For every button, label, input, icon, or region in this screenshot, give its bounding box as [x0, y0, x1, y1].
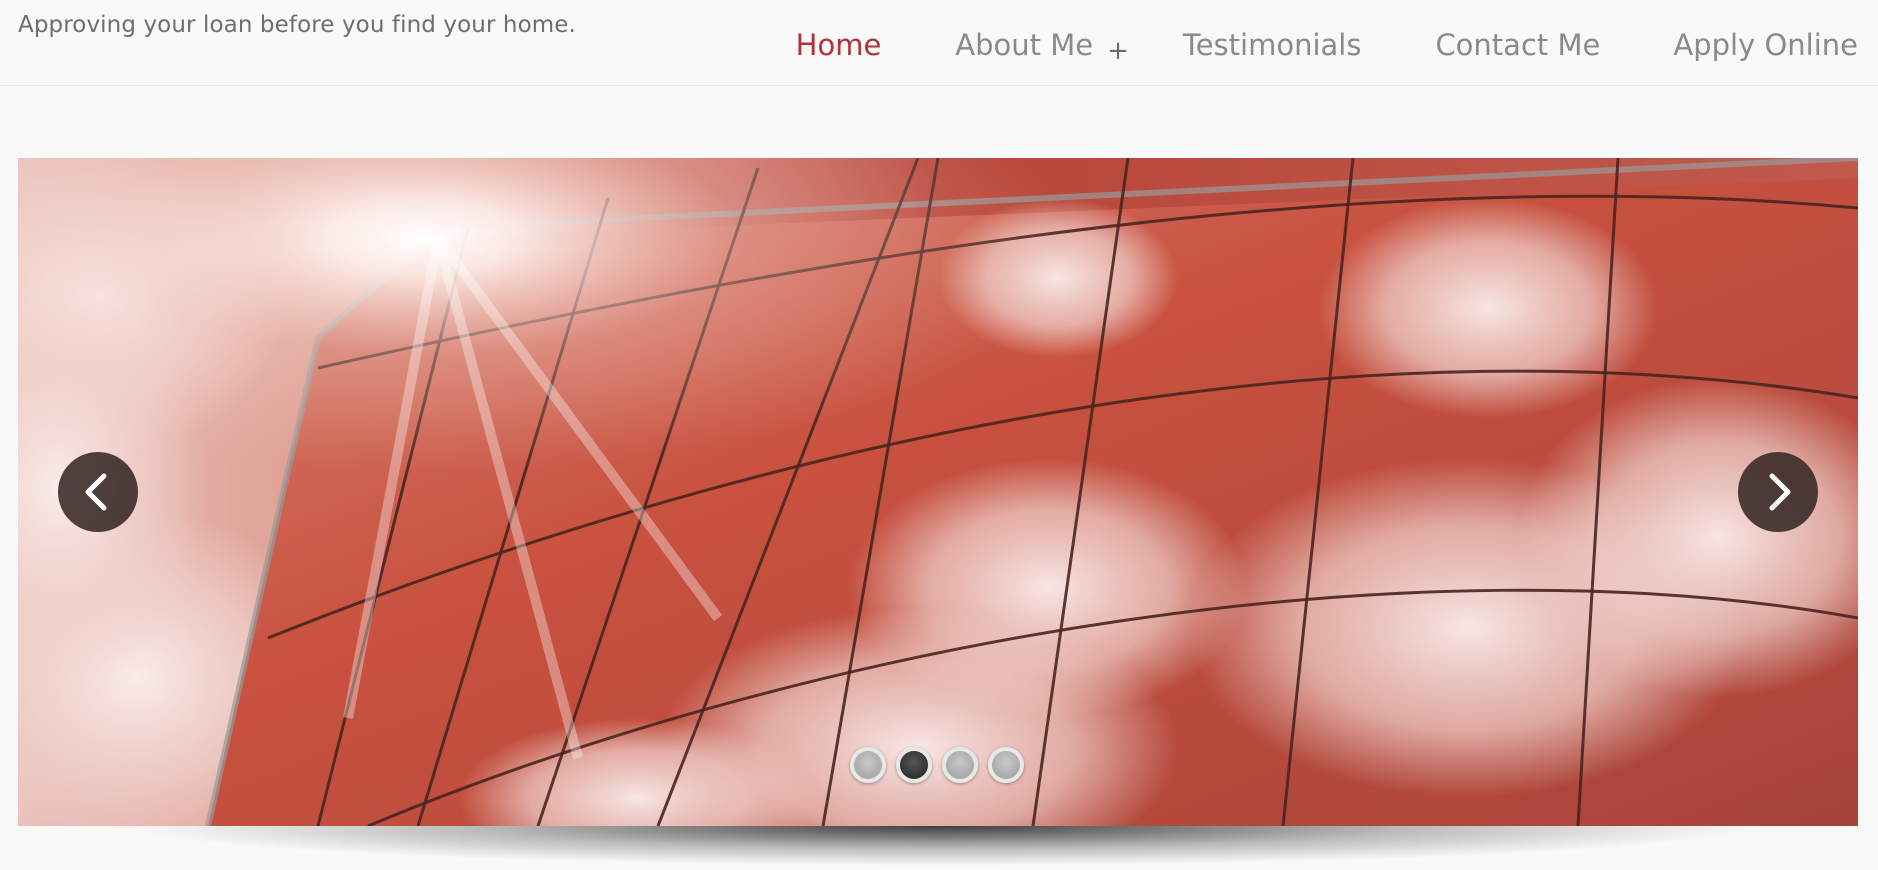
nav-testimonials[interactable]: Testimonials — [1183, 28, 1362, 62]
nav-contact-me-label: Contact Me — [1435, 28, 1601, 62]
slider-dot-4[interactable] — [988, 747, 1024, 783]
slider-pagination — [850, 747, 1024, 783]
nav-home[interactable]: Home — [796, 28, 882, 62]
slider-dot-2[interactable] — [896, 747, 932, 783]
nav-testimonials-label: Testimonials — [1182, 28, 1362, 62]
chevron-left-icon — [85, 473, 107, 511]
hero-slider — [18, 158, 1858, 826]
nav-contact-me[interactable]: Contact Me — [1435, 28, 1600, 62]
nav-apply-online[interactable]: Apply Online — [1673, 28, 1858, 62]
slider-next-button[interactable] — [1738, 452, 1818, 532]
main-nav: Home About Me + Testimonials Contact Me … — [796, 28, 1858, 66]
site-header: Approving your loan before you find your… — [0, 0, 1878, 86]
slide-image — [18, 158, 1858, 826]
nav-about-me[interactable]: About Me + — [955, 28, 1129, 66]
slider-prev-button[interactable] — [58, 452, 138, 532]
slider-dot-3[interactable] — [942, 747, 978, 783]
nav-home-label: Home — [795, 28, 882, 62]
chevron-right-icon — [1769, 473, 1791, 511]
slider-dot-1[interactable] — [850, 747, 886, 783]
site-tagline: Approving your loan before you find your… — [18, 12, 576, 38]
nav-about-me-label: About Me — [955, 28, 1094, 62]
nav-apply-online-label: Apply Online — [1673, 28, 1858, 62]
slider-shadow — [120, 826, 1760, 866]
plus-icon[interactable]: + — [1107, 36, 1129, 66]
